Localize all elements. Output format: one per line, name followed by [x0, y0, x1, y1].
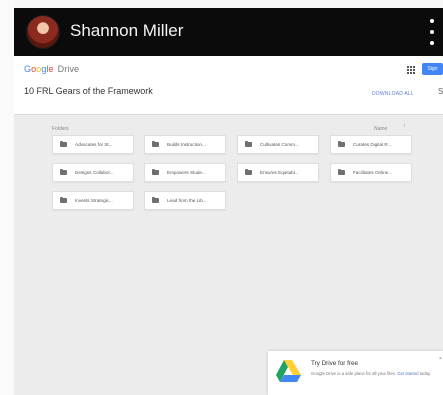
folder-card[interactable]: Lead from the Lib...	[144, 191, 226, 210]
folder-title: 10 FRL Gears of the Framework	[24, 86, 153, 96]
folder-card[interactable]: Ensures Equitabl...	[237, 163, 319, 182]
folder-icon	[245, 169, 252, 175]
more-vert-icon[interactable]	[429, 19, 435, 45]
folder-name: Cultivates Comm...	[260, 142, 299, 147]
folder-card[interactable]: Facilitates Online...	[330, 163, 412, 182]
promo-title: Try Drive for free	[311, 360, 358, 367]
folder-name: Empowers Stude...	[167, 170, 206, 175]
folder-name: Curates Digital R...	[353, 142, 392, 147]
folder-card[interactable]: Invests Strategic...	[52, 191, 134, 210]
folder-name: Advocates for St...	[75, 142, 113, 147]
more-menu-label[interactable]: S	[438, 87, 443, 96]
promo-body-text: Google Drive is a safe place for all you…	[311, 371, 397, 376]
folder-card[interactable]: Curates Digital R...	[330, 135, 412, 154]
promo-body: Google Drive is a safe place for all you…	[311, 371, 441, 377]
promo-body-suffix: today.	[418, 371, 432, 376]
folder-name: Invests Strategic...	[75, 198, 113, 203]
folder-icon	[60, 197, 67, 203]
folder-card[interactable]: Cultivates Comm...	[237, 135, 319, 154]
folder-icon	[60, 169, 67, 175]
drive-header: Google Drive 10 FRL Gears of the Framewor…	[14, 56, 443, 115]
close-icon[interactable]: ×	[439, 356, 442, 362]
folder-icon	[152, 141, 159, 147]
get-started-link[interactable]: Get started	[397, 371, 418, 376]
folder-card[interactable]: Builds Instruction...	[144, 135, 226, 154]
folder-icon	[245, 141, 252, 147]
folder-icon	[60, 141, 67, 147]
download-all-button[interactable]: DOWNLOAD ALL	[372, 91, 414, 97]
folder-card[interactable]: Designs Collabor...	[52, 163, 134, 182]
folder-name: Ensures Equitabl...	[260, 170, 299, 175]
drive-window: Shannon Miller Google Drive 10 FRL Gears …	[14, 8, 443, 395]
user-avatar[interactable]	[27, 16, 59, 48]
left-edge-strip	[0, 0, 14, 395]
title-bar: Shannon Miller	[14, 8, 443, 56]
name-sort-button[interactable]: Name	[374, 126, 387, 132]
folder-name: Builds Instruction...	[167, 142, 206, 147]
sort-ascending-icon[interactable]: ↑	[403, 123, 406, 129]
folder-icon	[338, 169, 345, 175]
folders-section-label: Folders	[52, 126, 69, 132]
folder-name: Designs Collabor...	[75, 170, 114, 175]
folder-icon	[152, 197, 159, 203]
folder-card[interactable]: Advocates for St...	[52, 135, 134, 154]
google-drive-logo-icon	[276, 360, 301, 382]
apps-grid-icon[interactable]	[407, 66, 415, 74]
folder-name: Facilitates Online...	[353, 170, 393, 175]
try-drive-promo: Try Drive for free Google Drive is a saf…	[268, 351, 443, 395]
sign-in-button[interactable]: Sign	[422, 63, 443, 75]
folder-icon	[152, 169, 159, 175]
folder-icon	[338, 141, 345, 147]
google-drive-wordmark[interactable]: Google Drive	[24, 64, 79, 74]
folder-card[interactable]: Empowers Stude...	[144, 163, 226, 182]
folder-name: Lead from the Lib...	[167, 198, 207, 203]
user-name: Shannon Miller	[70, 21, 184, 40]
